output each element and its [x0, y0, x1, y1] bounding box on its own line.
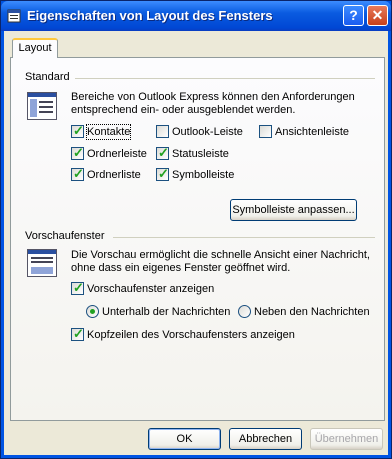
checkbox-label: Kontakte: [85, 124, 132, 140]
preview-pane-icon: [27, 249, 57, 277]
dialog-window: Eigenschaften von Layout des Fensters ? …: [0, 0, 392, 459]
radio-label: Unterhalb der Nachrichten: [102, 306, 231, 318]
layout-window-icon: [27, 92, 57, 120]
group-divider: [113, 237, 375, 238]
checkbox-label: Ordnerleiste: [87, 148, 147, 160]
checkbox-label: Statusleiste: [172, 148, 229, 160]
ok-button[interactable]: OK: [148, 428, 221, 450]
cancel-button[interactable]: Abbrechen: [229, 428, 302, 450]
checkbox-label: Ansichtenleiste: [275, 126, 349, 138]
dialog-client: Layout Standard Bereiche von Outlook Exp…: [4, 31, 388, 455]
properties-icon: [7, 9, 21, 23]
title-bar[interactable]: Eigenschaften von Layout des Fensters ? …: [1, 1, 391, 31]
radio-label: Neben den Nachrichten: [254, 306, 370, 318]
customize-toolbar-button[interactable]: Symbolleiste anpassen...: [230, 199, 357, 221]
checkbox-label: Kopfzeilen des Vorschaufensters anzeigen: [87, 329, 295, 341]
preview-description: Die Vorschau ermöglicht die schnelle Ans…: [71, 249, 370, 274]
close-button[interactable]: ✕: [367, 5, 388, 26]
group-label-preview: Vorschaufenster: [25, 230, 105, 242]
tab-panel-layout: Standard Bereiche von Outlook Express kö…: [10, 57, 385, 421]
window-title: Eigenschaften von Layout des Fensters: [27, 8, 273, 23]
checkbox-label: Symbolleiste: [172, 169, 235, 181]
apply-button[interactable]: Übernehmen: [310, 428, 383, 450]
tab-layout[interactable]: Layout: [12, 38, 58, 58]
group-divider: [75, 78, 375, 79]
group-label-standard: Standard: [25, 71, 70, 83]
standard-description: Bereiche von Outlook Express können den …: [71, 91, 355, 116]
checkbox-label: Vorschaufenster anzeigen: [87, 283, 215, 295]
checkbox-label: Ordnerliste: [87, 169, 141, 181]
checkbox-label: Outlook-Leiste: [172, 126, 243, 138]
help-button[interactable]: ?: [343, 5, 364, 26]
